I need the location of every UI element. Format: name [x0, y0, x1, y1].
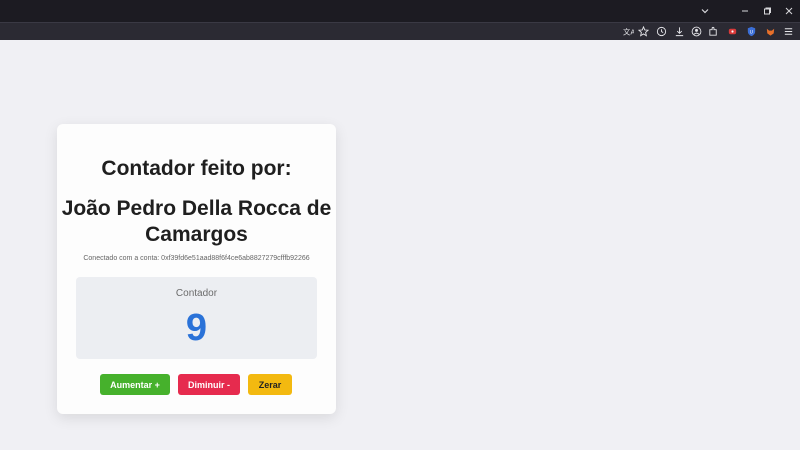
account-icon[interactable]	[689, 24, 704, 39]
author-name-line-1: João Pedro Della Rocca de	[61, 197, 332, 220]
browser-toolbar: 文A U	[0, 23, 800, 40]
browser-titlebar	[0, 0, 800, 22]
svg-text:文A: 文A	[623, 27, 634, 36]
close-window-button[interactable]	[774, 0, 800, 22]
decrement-button[interactable]: Diminuir -	[178, 374, 240, 395]
svg-text:U: U	[750, 29, 753, 35]
counter-card: Contador feito por: João Pedro Della Roc…	[57, 124, 336, 414]
author-name-line-2: Camargos	[145, 223, 248, 246]
connected-account-text: Conectado com a conta: 0xf39fd6e51aad88f…	[83, 255, 310, 262]
extensions-icon[interactable]	[706, 24, 721, 39]
reset-button[interactable]: Zerar	[248, 374, 292, 395]
extension-red-icon[interactable]	[725, 24, 740, 39]
extension-fox-icon[interactable]	[763, 24, 778, 39]
translate-icon[interactable]: 文A	[621, 24, 636, 39]
extension-shield-icon[interactable]: U	[744, 24, 759, 39]
bookmark-star-icon[interactable]	[636, 24, 651, 39]
counter-value: 9	[185, 307, 208, 349]
page-heading: Contador feito por:	[101, 157, 292, 180]
history-icon[interactable]	[654, 24, 669, 39]
increment-button[interactable]: Aumentar +	[100, 374, 170, 395]
menu-icon[interactable]	[781, 24, 796, 39]
chevron-down-icon[interactable]	[690, 0, 720, 22]
counter-label: Contador	[175, 288, 218, 299]
download-icon[interactable]	[672, 24, 687, 39]
counter-panel: Contador 9	[76, 277, 317, 359]
